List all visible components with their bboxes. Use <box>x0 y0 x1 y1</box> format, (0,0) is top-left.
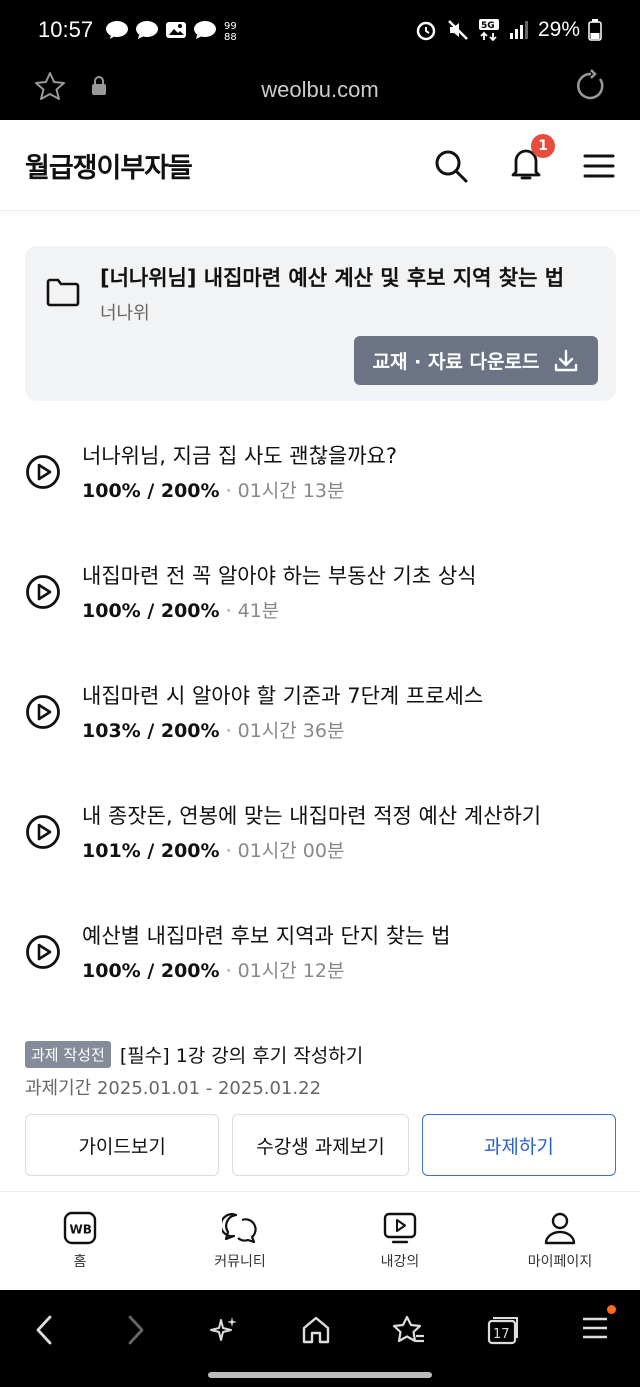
course-author: 너나위 <box>100 303 150 324</box>
network-5g-icon: 5G <box>478 19 499 42</box>
menu-notification-dot <box>607 1305 616 1314</box>
battery-percent: 29% <box>537 18 580 41</box>
lecture-item[interactable]: 예산별 내집마련 후보 지역과 단지 찾는 법 100% / 200% · 01시간… <box>25 920 615 1000</box>
lecture-title: 예산별 내집마련 후보 지역과 단지 찾는 법 <box>82 924 451 948</box>
search-icon[interactable] <box>433 148 469 184</box>
wb-home-icon: WB <box>63 1211 97 1244</box>
play-circle-icon <box>26 575 60 609</box>
assignment-status-badge: 과제 작성전 <box>25 1041 111 1068</box>
signal-icon <box>509 21 528 39</box>
assignment: 과제 작성전 [필수] 1강 강의 후기 작성하기 <box>25 1041 615 1068</box>
header-actions: 1 <box>433 133 615 186</box>
lecture-progress: 101% / 200% <box>82 840 220 862</box>
status-right: 5G 29% <box>414 18 602 42</box>
notification-icons: 99 88 <box>105 18 243 42</box>
play-circle-icon <box>26 935 60 969</box>
app-notification-icon: 9988 <box>224 21 237 42</box>
browser-address-bar: weolbu.com <box>0 60 640 120</box>
forward-icon[interactable] <box>120 1313 150 1347</box>
lecture-progress: 100% / 200% <box>82 960 220 982</box>
chat-icon <box>222 1212 257 1243</box>
tab-my-lectures[interactable]: 내강의 <box>320 1192 480 1289</box>
bookmarks-icon[interactable] <box>392 1314 426 1346</box>
lecture-meta: 100% / 200% · 41분 <box>82 600 280 622</box>
lecture-item[interactable]: 내집마련 시 알아야 할 기준과 7단계 프로세스 103% / 200% · 01… <box>25 680 615 760</box>
lecture-title: 너나위님, 지금 집 사도 괜찮을까요? <box>82 444 398 468</box>
svg-text:5G: 5G <box>481 21 495 31</box>
reload-icon[interactable] <box>574 69 608 103</box>
tab-mypage[interactable]: 마이페이지 <box>480 1192 640 1289</box>
play-circle-icon <box>26 695 60 729</box>
guide-button[interactable]: 가이드보기 <box>25 1114 220 1176</box>
lecture-meta: 103% / 200% · 01시간 36분 <box>82 720 345 742</box>
lecture-title: 내 종잣돈, 연봉에 맞는 내집마련 적정 예산 계산하기 <box>82 804 542 828</box>
notification-badge: 1 <box>531 133 555 158</box>
tabs-count: 17 <box>493 1327 510 1342</box>
lecture-item[interactable]: 내 종잣돈, 연봉에 맞는 내집마련 적정 예산 계산하기 101% / 200… <box>25 800 615 880</box>
talk-icon <box>106 21 129 39</box>
lecture-meta: 100% / 200% · 01시간 13분 <box>82 480 345 502</box>
assignment-title: [필수] 1강 강의 후기 작성하기 <box>119 1045 364 1067</box>
chat-bubble-icon <box>136 21 159 39</box>
sparkle-icon[interactable] <box>210 1315 240 1345</box>
lecture-meta: 100% / 200% · 01시간 12분 <box>82 960 345 982</box>
url-text[interactable]: weolbu.com <box>0 77 640 103</box>
peer-assignments-button[interactable]: 수강생 과제보기 <box>232 1114 409 1176</box>
do-assignment-button[interactable]: 과제하기 <box>421 1114 616 1176</box>
tab-label: 커뮤니티 <box>214 1253 266 1270</box>
site-logo[interactable]: 월급쟁이부자들 <box>25 146 193 185</box>
assignment-period: 과제기간 2025.01.01 - 2025.01.22 <box>25 1078 322 1099</box>
alarm-icon <box>416 21 436 41</box>
chat-bubble-icon-2 <box>194 21 217 39</box>
play-tv-icon <box>383 1212 417 1243</box>
home-icon[interactable] <box>300 1314 332 1346</box>
lecture-item[interactable]: 내집마련 전 꼭 알아야 하는 부동산 기초 상식 100% / 200% · 41… <box>25 560 615 640</box>
assignment-actions: 가이드보기 수강생 과제보기 과제하기 <box>25 1114 616 1176</box>
app-header: 월급쟁이부자들 1 <box>0 121 640 211</box>
lecture-meta: 101% / 200% · 01시간 00분 <box>82 840 345 862</box>
tab-label: 내강의 <box>380 1253 420 1270</box>
bottom-tab-bar: WB 홈 커뮤니티 내강의 마이페이지 <box>0 1191 640 1289</box>
course-title: [너나위님] 내집마련 예산 계산 및 후보 지역 찾는 법 <box>100 266 565 290</box>
svg-text:99: 99 <box>224 21 237 32</box>
wb-logo-text: WB <box>70 1222 92 1236</box>
tab-label: 홈 <box>73 1253 87 1270</box>
lecture-progress: 103% / 200% <box>82 720 220 742</box>
image-icon <box>166 22 187 38</box>
tab-home[interactable]: WB 홈 <box>0 1192 160 1289</box>
menu-icon[interactable] <box>583 152 615 180</box>
person-icon <box>544 1212 576 1244</box>
tabs-icon[interactable]: 17 <box>486 1314 520 1346</box>
lecture-title: 내집마련 전 꼭 알아야 하는 부동산 기초 상식 <box>82 564 477 588</box>
tab-label: 마이페이지 <box>527 1253 593 1270</box>
status-bar: 10:57 99 88 5G 29% <box>0 0 640 60</box>
lecture-duration: 41분 <box>237 600 280 622</box>
lecture-title: 내집마련 시 알아야 할 기준과 7단계 프로세스 <box>82 684 484 708</box>
download-materials-button[interactable]: 교재 · 자료 다운로드 <box>354 336 598 385</box>
mute-icon <box>448 20 468 40</box>
download-label: 교재 · 자료 다운로드 <box>372 351 540 373</box>
status-time: 10:57 <box>38 17 94 42</box>
lecture-duration: 01시간 12분 <box>237 960 345 982</box>
play-circle-icon <box>26 815 60 849</box>
battery-icon <box>588 19 602 41</box>
browser-menu-icon <box>583 1317 607 1339</box>
back-icon[interactable] <box>30 1313 60 1347</box>
lecture-duration: 01시간 36분 <box>237 720 345 742</box>
lecture-item[interactable]: 너나위님, 지금 집 사도 괜찮을까요? 100% / 200% · 01시간 13… <box>25 440 615 520</box>
lecture-duration: 01시간 13분 <box>237 480 345 502</box>
folder-icon <box>46 278 80 307</box>
play-circle-icon <box>26 455 60 489</box>
download-icon <box>555 349 578 371</box>
lecture-duration: 01시간 00분 <box>237 840 345 862</box>
tab-community[interactable]: 커뮤니티 <box>160 1192 320 1289</box>
lecture-progress: 100% / 200% <box>82 480 220 502</box>
svg-text:88: 88 <box>224 32 237 42</box>
notification-button[interactable]: 1 <box>509 133 555 186</box>
home-indicator <box>208 1372 432 1378</box>
browser-menu-button[interactable] <box>580 1305 616 1347</box>
lecture-progress: 100% / 200% <box>82 600 220 622</box>
